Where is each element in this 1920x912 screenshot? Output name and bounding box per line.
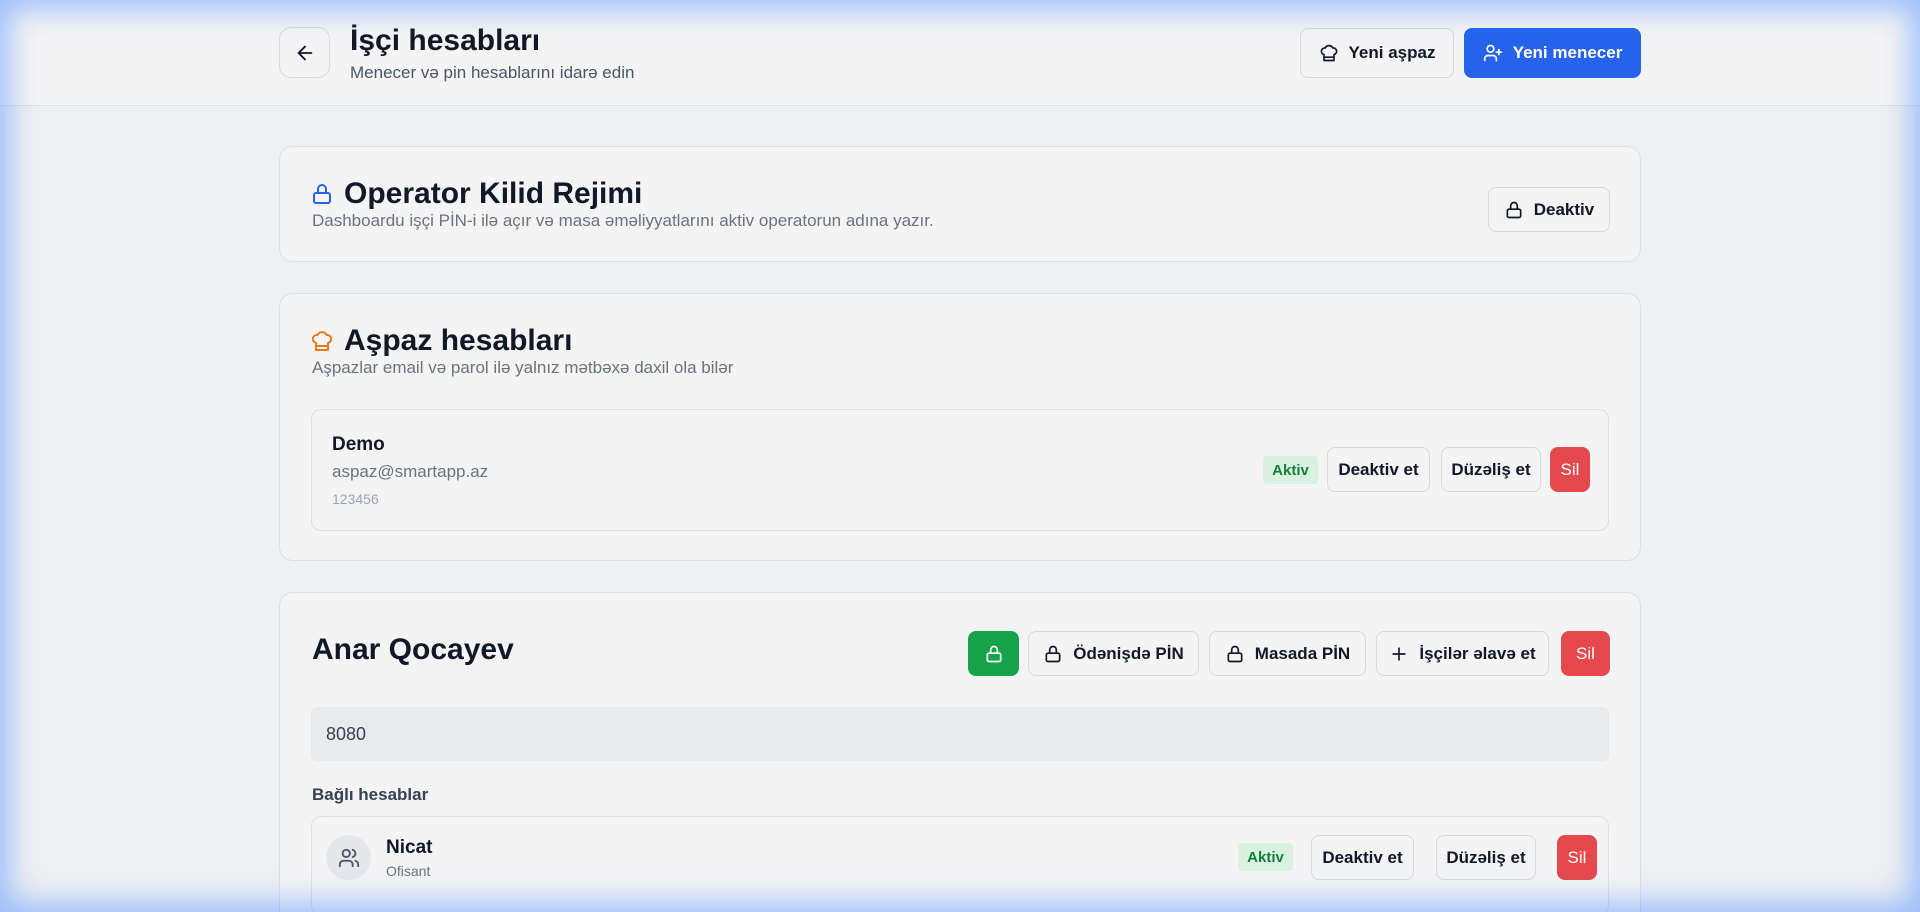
- page-title: İşçi hesabları: [350, 24, 541, 57]
- linked-delete-button[interactable]: Sil: [1557, 835, 1597, 880]
- manager-name: Anar Qocayev: [312, 633, 514, 666]
- operator-lock-toggle-label: Deaktiv: [1533, 199, 1595, 219]
- manager-card: Anar Qocayev Ödənişdə PİN Masada PİN İşç…: [279, 592, 1641, 912]
- chef-hat-icon: [310, 328, 334, 354]
- page-subtitle: Menecer və pin hesablarını idarə edin: [350, 63, 635, 82]
- add-workers-button[interactable]: İşçilər əlavə et: [1376, 631, 1549, 676]
- chef-name: Demo: [332, 434, 385, 455]
- operator-lock-title: Operator Kilid Rejimi: [310, 177, 642, 211]
- chef-edit-button[interactable]: Düzəliş et: [1441, 447, 1541, 492]
- operator-lock-title-text: Operator Kilid Rejimi: [344, 177, 643, 210]
- table-pin-button[interactable]: Masada PİN: [1209, 631, 1366, 676]
- chef-delete-button[interactable]: Sil: [1550, 447, 1590, 492]
- lock-icon: [310, 181, 334, 207]
- operator-lock-card: Operator Kilid Rejimi Dashboardu işçi Pİ…: [279, 146, 1641, 262]
- status-badge: Aktiv: [1263, 456, 1318, 484]
- new-manager-button[interactable]: Yeni menecer: [1464, 28, 1641, 78]
- linked-edit-button[interactable]: Düzəliş et: [1436, 835, 1536, 880]
- user-plus-icon: [1483, 43, 1503, 63]
- status-badge: Aktiv: [1238, 843, 1293, 871]
- chef-account-row: Demo aspaz@smartapp.az 123456 Aktiv Deak…: [311, 409, 1609, 531]
- payment-pin-button[interactable]: Ödənişdə PİN: [1028, 631, 1199, 676]
- lock-icon: [1043, 644, 1063, 664]
- chef-password: 123456: [332, 491, 379, 507]
- chef-deactivate-button[interactable]: Deaktiv et: [1327, 447, 1430, 492]
- lock-icon: [984, 644, 1004, 664]
- linked-account-name: Nicat: [386, 837, 433, 858]
- payment-pin-label: Ödənişdə PİN: [1073, 643, 1184, 663]
- lock-icon: [1225, 644, 1245, 664]
- page-header: İşçi hesabları Menecer və pin hesabların…: [0, 0, 1920, 106]
- arrow-left-icon: [294, 42, 316, 64]
- linked-account-role: Ofisant: [386, 863, 431, 879]
- table-pin-label: Masada PİN: [1254, 643, 1351, 663]
- manager-delete-button[interactable]: Sil: [1561, 631, 1610, 676]
- new-chef-button[interactable]: Yeni aşpaz: [1300, 28, 1454, 78]
- avatar: [326, 835, 371, 880]
- linked-deactivate-button[interactable]: Deaktiv et: [1311, 835, 1414, 880]
- chef-accounts-description: Aşpazlar email və parol ilə yalnız mətbə…: [312, 358, 734, 377]
- chef-accounts-title: Aşpaz hesabları: [310, 324, 572, 358]
- add-workers-label: İşçilər əlavə et: [1419, 643, 1536, 663]
- new-chef-label: Yeni aşpaz: [1348, 43, 1436, 62]
- operator-lock-toggle-button[interactable]: Deaktiv: [1488, 187, 1610, 232]
- users-icon: [338, 847, 360, 869]
- new-manager-label: Yeni menecer: [1512, 43, 1623, 62]
- chef-accounts-title-text: Aşpaz hesabları: [344, 324, 573, 357]
- chef-email: aspaz@smartapp.az: [332, 462, 489, 481]
- back-button[interactable]: [279, 27, 330, 78]
- chef-accounts-card: Aşpaz hesabları Aşpazlar email və parol …: [279, 293, 1641, 561]
- linked-account-row: Nicat Ofisant Aktiv Deaktiv et Düzəliş e…: [311, 816, 1609, 912]
- plus-icon: [1389, 644, 1409, 664]
- lock-icon: [1504, 200, 1524, 220]
- operator-lock-description: Dashboardu işçi PİN-i ilə açır və masa ə…: [312, 211, 934, 230]
- chef-hat-icon: [1319, 43, 1339, 63]
- linked-accounts-title: Bağlı hesablar: [312, 785, 429, 804]
- manager-lock-button[interactable]: [968, 631, 1019, 676]
- manager-pin-field: 8080: [311, 707, 1609, 761]
